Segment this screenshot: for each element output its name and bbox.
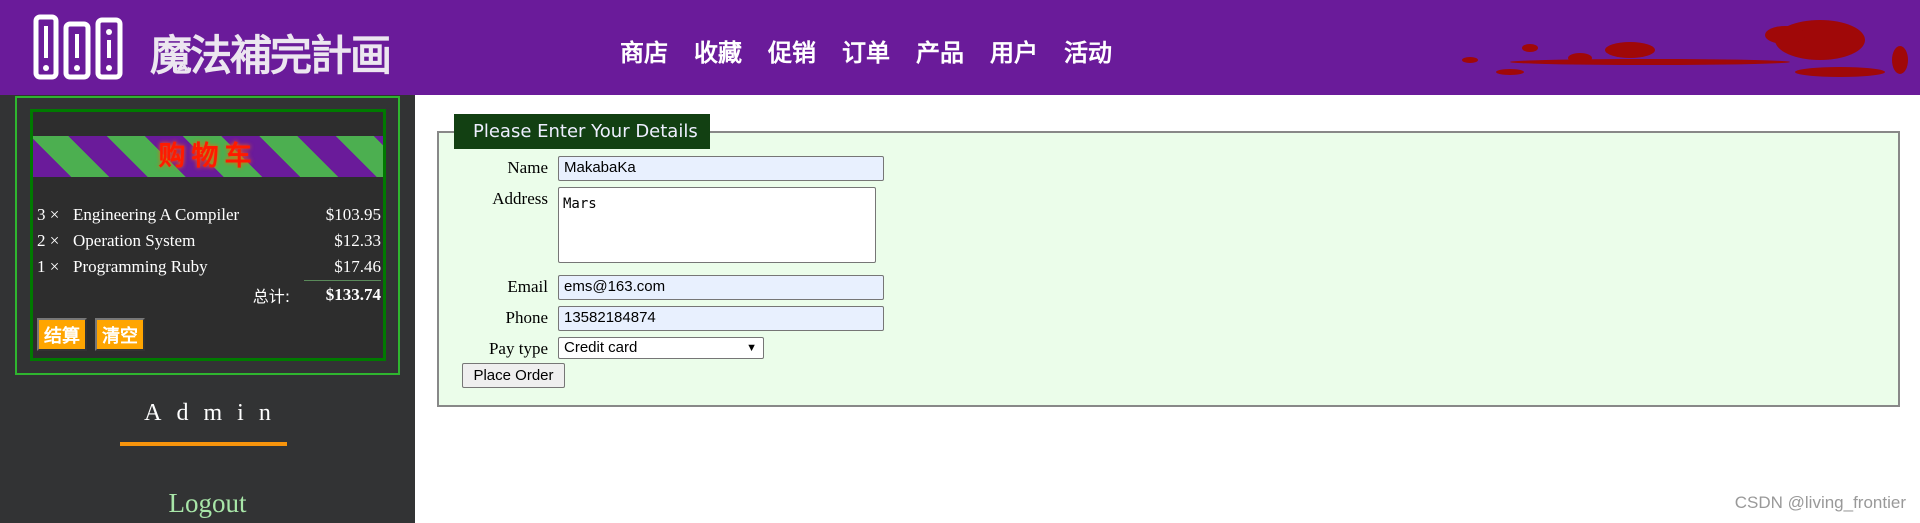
chevron-down-icon: ▼ [746,342,757,354]
cart-title: 购物车 [158,141,258,172]
cart-item: 2 × Operation System $12.33 [37,228,381,254]
cart-items: 3 × Engineering A Compiler $103.95 2 × Oper… [37,202,381,310]
item-qty: 2 × [37,231,60,250]
divider [120,442,287,446]
item-price: $12.33 [334,231,381,250]
watermark: CSDN @living_frontier [1734,493,1906,512]
sidebar: 购物车 3 × Engineering A Compiler $103.95 2 ×… [0,95,415,523]
logo-icon [33,14,123,80]
total-label: 总计: [252,287,291,306]
item-price: $103.95 [325,205,381,224]
pay-type-select[interactable]: Credit card ▼ [558,337,764,359]
pay-type-label: Pay type [488,339,548,358]
nav-orders[interactable]: 订单 [842,33,890,68]
cart-total-row: 总计: $133.74 [37,279,381,310]
blood-splatter-decoration [1462,20,1908,77]
place-order-button[interactable]: Place Order [462,363,565,388]
phone-label: Phone [505,308,549,327]
nav-promotions[interactable]: 促销 [768,33,816,68]
item-qty: 3 × [37,205,60,224]
address-textarea[interactable]: Mars [558,187,876,263]
checkout-button[interactable]: 结算 [37,318,87,351]
name-input[interactable]: MakabaKa [558,156,884,181]
address-label: Address [492,189,548,208]
header: 魔法補完計画 商店 收藏 促销 订单 产品 用户 活动 [0,0,1920,95]
cart-item: 1 × Programming Ruby $17.46 [37,254,381,280]
pay-type-value: Credit card [564,339,638,356]
logout-link[interactable]: Logout [0,488,415,519]
email-input[interactable]: ems@163.com [558,275,884,300]
brand-title: 魔法補完計画 [150,31,392,80]
cart-banner: 购物车 [33,136,383,177]
empty-cart-button[interactable]: 清空 [95,318,145,351]
nav-events[interactable]: 活动 [1064,33,1112,68]
form-legend: Please Enter Your Details [454,114,710,149]
admin-heading: Admin [144,400,286,426]
item-price: $17.46 [334,256,381,276]
item-qty: 1 × [37,257,60,276]
item-title: Programming Ruby [73,257,208,276]
item-title: Engineering A Compiler [73,205,240,224]
name-label: Name [507,158,548,177]
item-title: Operation System [73,231,196,250]
shopping-cart: 购物车 3 × Engineering A Compiler $103.95 2 ×… [30,109,386,361]
nav-shop[interactable]: 商店 [620,33,668,68]
nav-products[interactable]: 产品 [916,33,964,68]
total-price: $133.74 [304,279,381,310]
cart-item: 3 × Engineering A Compiler $103.95 [37,202,381,228]
nav-favorites[interactable]: 收藏 [694,33,742,68]
email-label: Email [507,277,548,296]
nav-users[interactable]: 用户 [990,33,1038,68]
main-nav: 商店 收藏 促销 订单 产品 用户 活动 [620,33,1112,68]
phone-input[interactable]: 13582184874 [558,306,884,331]
